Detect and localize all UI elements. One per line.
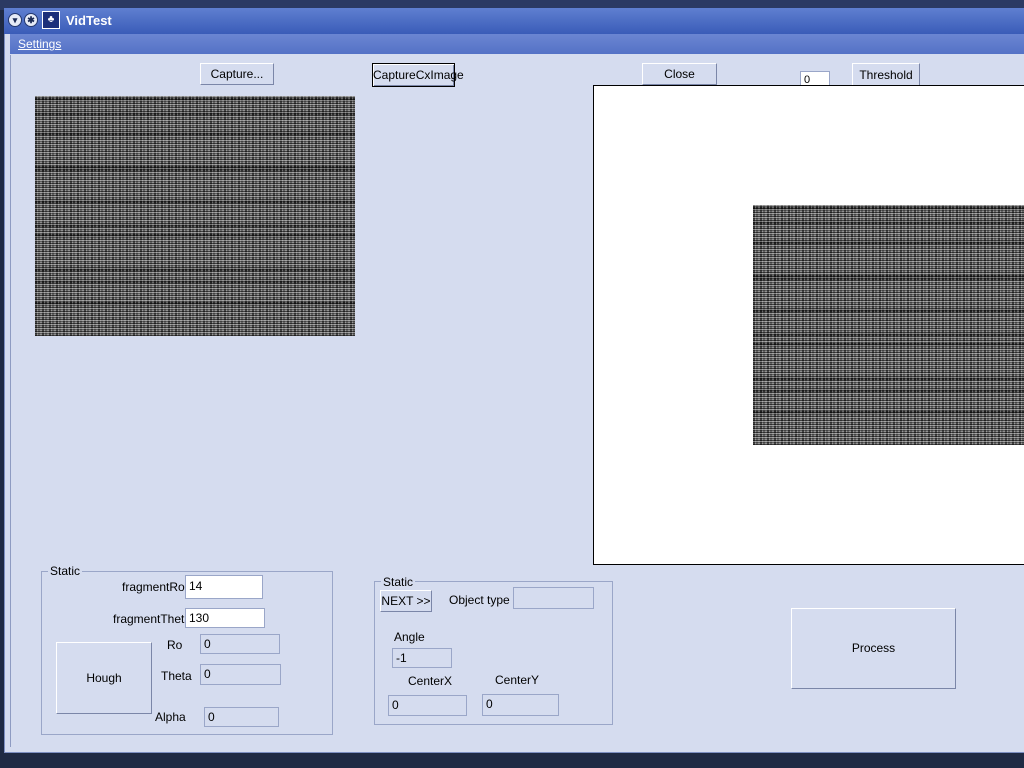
- ro-label: Ro: [167, 638, 183, 652]
- centery-label: CenterY: [495, 673, 540, 687]
- taskbar: [0, 753, 1024, 768]
- process-button[interactable]: Process: [791, 608, 956, 689]
- hough-group-label: Static: [48, 564, 83, 578]
- angle-field: -1: [392, 648, 452, 668]
- title-bar[interactable]: ▾ ✱ ♣ VidTest: [4, 8, 1024, 34]
- alpha-label: Alpha: [155, 710, 186, 724]
- object-type-label: Object type: [449, 593, 510, 607]
- centerx-field: 0: [388, 695, 467, 716]
- processed-image-panel: [593, 85, 1024, 565]
- fragment-ro-label: fragmentRo: [122, 580, 185, 594]
- centerx-label: CenterX: [408, 674, 453, 688]
- capture-button[interactable]: Capture...: [200, 63, 274, 85]
- menu-bar: Settings: [10, 34, 1024, 54]
- object-type-field: [513, 587, 594, 609]
- app-icon: ♣: [42, 11, 60, 29]
- circle-arrow-icon[interactable]: ▾: [8, 13, 22, 27]
- object-group-label: Static: [381, 575, 416, 589]
- window-title: VidTest: [66, 13, 112, 28]
- next-button[interactable]: NEXT >>: [380, 590, 432, 612]
- capture-cx-image-button[interactable]: CaptureCxImage: [372, 63, 464, 87]
- fragment-theta-label: fragmentTheta: [113, 612, 192, 626]
- capture-preview-image: [35, 96, 355, 336]
- fragment-theta-input[interactable]: 130: [185, 608, 265, 628]
- centery-field: 0: [482, 694, 559, 716]
- ro-field: 0: [200, 634, 280, 654]
- theta-field: 0: [200, 664, 281, 685]
- threshold-button[interactable]: Threshold: [852, 63, 920, 87]
- close-button[interactable]: Close: [642, 63, 717, 85]
- angle-label: Angle: [394, 630, 425, 644]
- menu-settings[interactable]: Settings: [18, 37, 61, 51]
- processed-image: [753, 205, 1024, 445]
- hough-button[interactable]: Hough: [56, 642, 152, 714]
- pin-icon[interactable]: ✱: [24, 13, 38, 27]
- theta-label: Theta: [161, 669, 192, 683]
- alpha-field: 0: [204, 707, 279, 727]
- fragment-ro-input[interactable]: 14: [185, 575, 263, 599]
